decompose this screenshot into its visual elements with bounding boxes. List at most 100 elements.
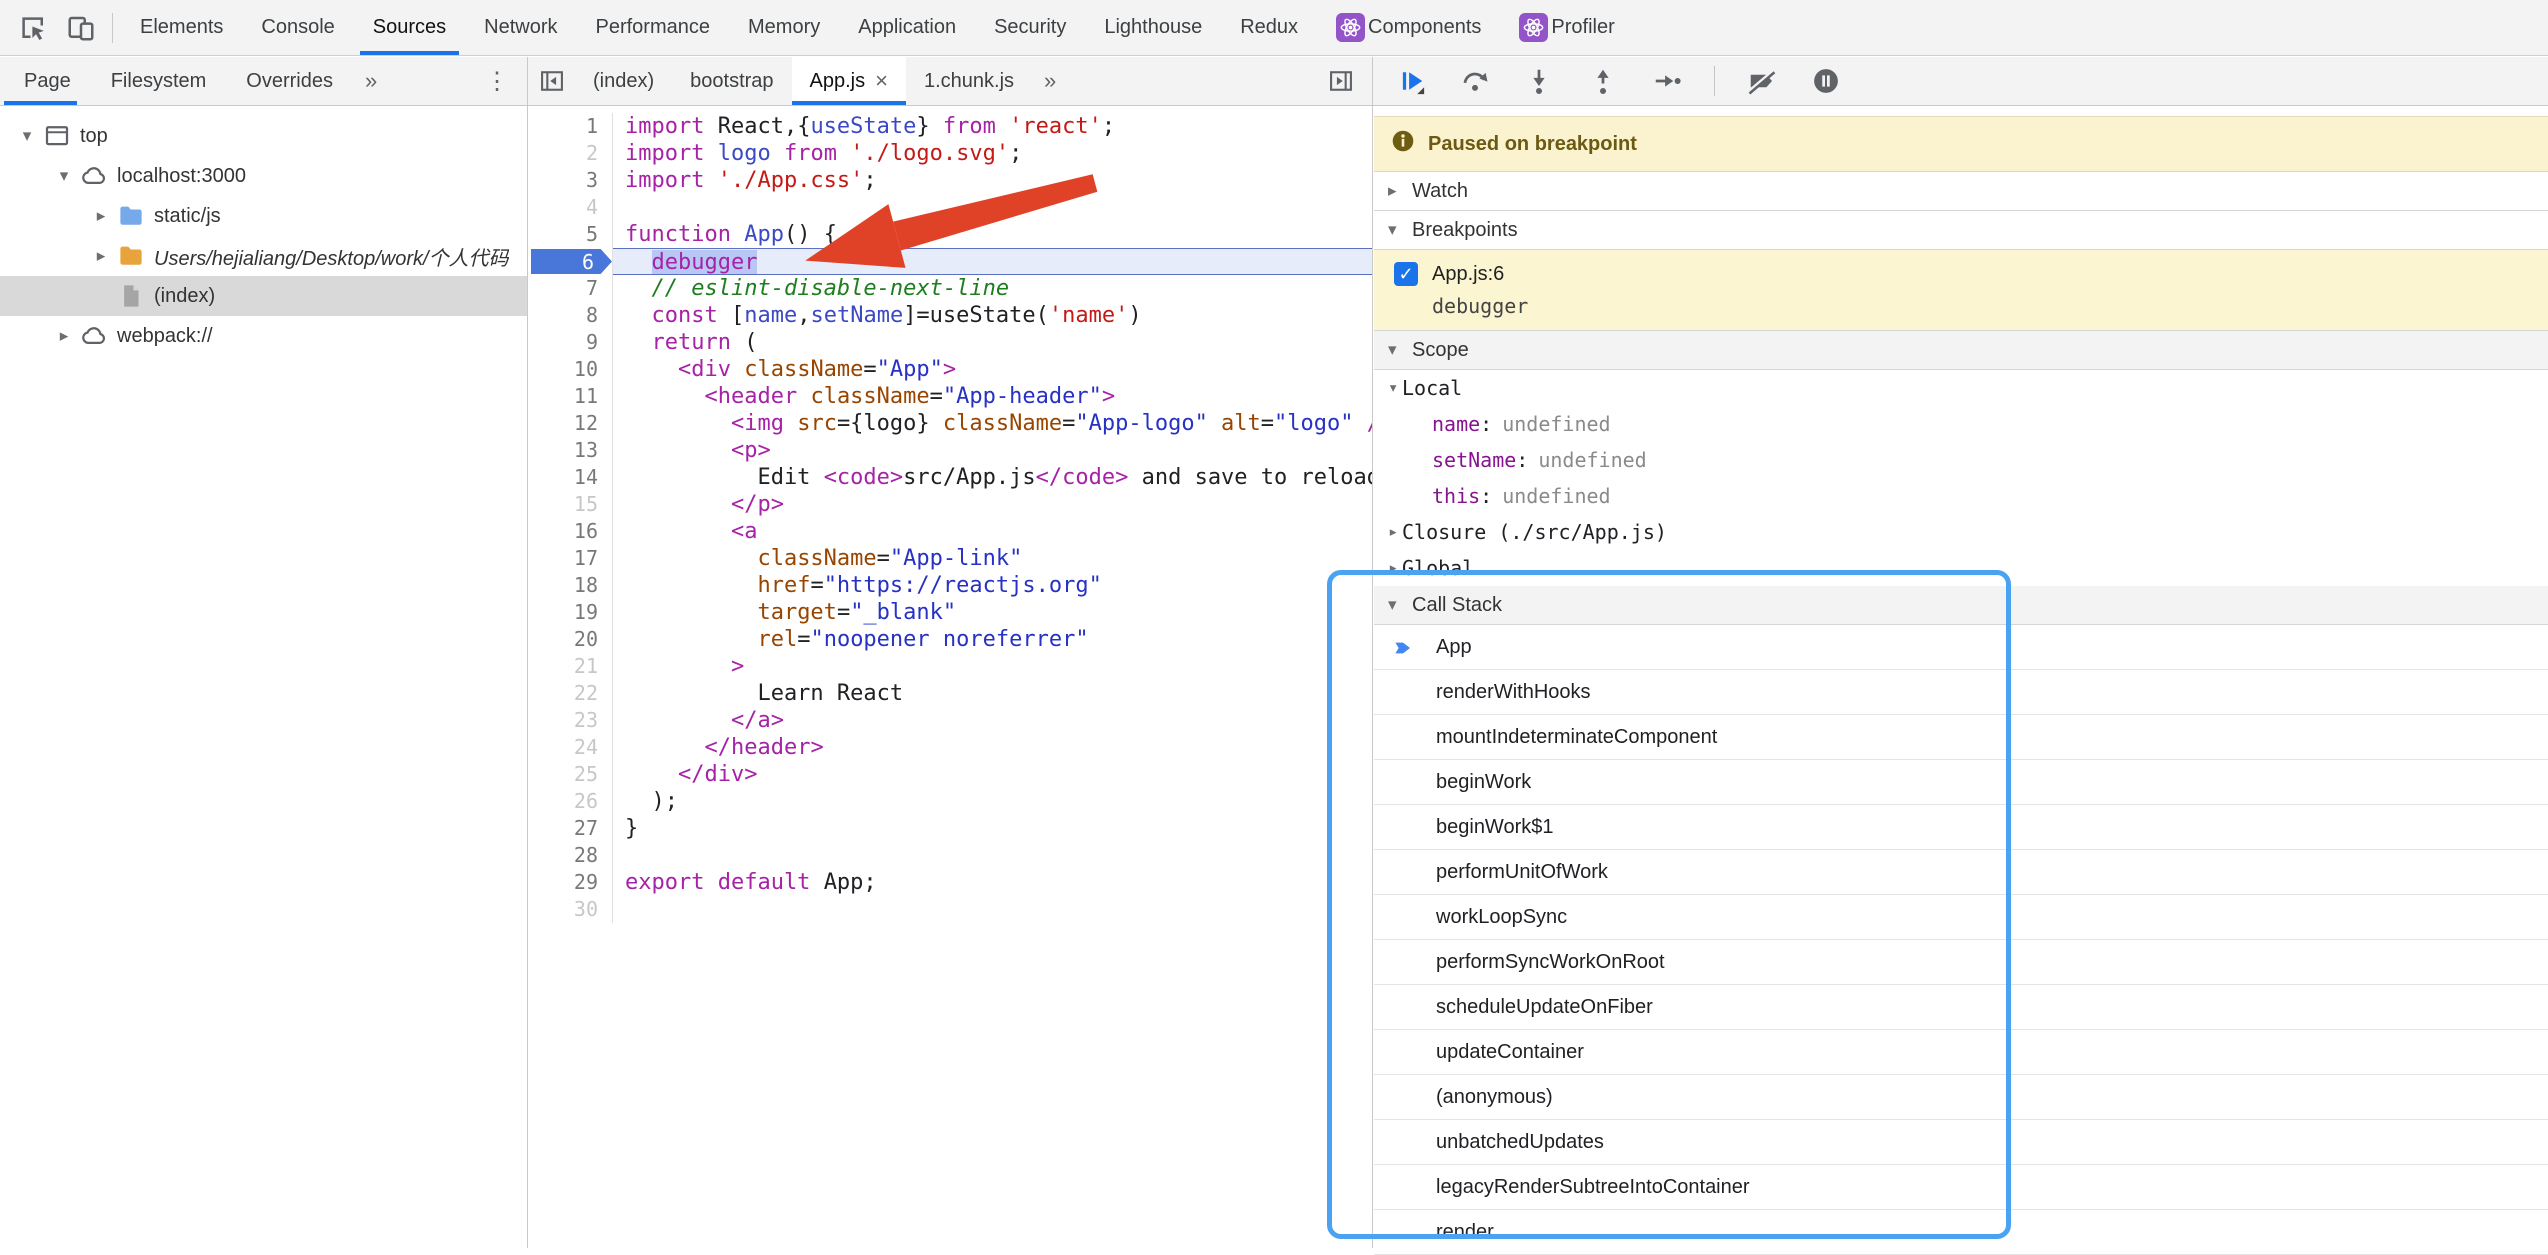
line-number[interactable]: 24 (529, 734, 613, 761)
call-stack-frame[interactable]: renderWithHooks (1374, 670, 2548, 715)
code-line-14[interactable]: 14 Edit <code>src/App.js</code> and save… (529, 464, 1372, 491)
disclosure-closed-icon[interactable]: ▸ (1388, 181, 1402, 201)
code-line-17[interactable]: 17 className="App-link" (529, 545, 1372, 572)
code-line-12[interactable]: 12 <img src={logo} className="App-logo" … (529, 410, 1372, 437)
show-panel-icon[interactable] (1324, 64, 1358, 98)
navigator-tab-overrides[interactable]: Overrides (226, 57, 353, 105)
code-line-18[interactable]: 18 href="https://reactjs.org" (529, 572, 1372, 599)
line-number[interactable]: 9 (529, 329, 613, 356)
line-number[interactable]: 20 (529, 626, 613, 653)
call-stack-frame[interactable]: unbatchedUpdates (1374, 1120, 2548, 1165)
line-number[interactable]: 22 (529, 680, 613, 707)
code-line-5[interactable]: 5function App() { (529, 221, 1372, 248)
tab-performance[interactable]: Performance (577, 0, 730, 55)
line-number[interactable]: 3 (529, 167, 613, 194)
section-header-call-stack[interactable]: ▾Call Stack (1374, 586, 2548, 625)
close-tab-icon[interactable]: × (875, 68, 888, 94)
tree-item-static-js[interactable]: ▸static/js (0, 196, 527, 236)
code-line-28[interactable]: 28 (529, 842, 1372, 869)
line-number[interactable]: 25 (529, 761, 613, 788)
step-icon[interactable] (1650, 64, 1684, 98)
code-line-10[interactable]: 10 <div className="App"> (529, 356, 1372, 383)
disclosure-closed-icon[interactable]: ▸ (88, 206, 114, 226)
disclosure-open-icon[interactable]: ▾ (1388, 340, 1402, 360)
navigator-tab-filesystem[interactable]: Filesystem (91, 57, 227, 105)
code-line-26[interactable]: 26 ); (529, 788, 1372, 815)
line-number[interactable]: 8 (529, 302, 613, 329)
line-number[interactable]: 30 (529, 896, 613, 923)
code-line-13[interactable]: 13 <p> (529, 437, 1372, 464)
code-line-30[interactable]: 30 (529, 896, 1372, 923)
more-tabs-icon[interactable]: » (353, 68, 389, 94)
tree-item-localhost-3000[interactable]: ▾localhost:3000 (0, 156, 527, 196)
step-out-icon[interactable] (1586, 64, 1620, 98)
line-number[interactable]: 11 (529, 383, 613, 410)
line-number[interactable]: 26 (529, 788, 613, 815)
code-line-24[interactable]: 24 </header> (529, 734, 1372, 761)
code-line-4[interactable]: 4 (529, 194, 1372, 221)
code-line-16[interactable]: 16 <a (529, 518, 1372, 545)
disclosure-closed-icon[interactable]: ▸ (1388, 522, 1402, 542)
line-number[interactable]: 18 (529, 572, 613, 599)
line-number[interactable]: 19 (529, 599, 613, 626)
line-number[interactable]: 2 (529, 140, 613, 167)
resume-icon[interactable] (1394, 64, 1428, 98)
code-line-15[interactable]: 15 </p> (529, 491, 1372, 518)
code-line-1[interactable]: 1import React,{useState} from 'react'; (529, 113, 1372, 140)
call-stack-frame[interactable]: App (1374, 625, 2548, 670)
tree-item-webpack-[interactable]: ▸webpack:// (0, 316, 527, 356)
scope-group-local[interactable]: ▾Local (1374, 370, 2548, 406)
line-number[interactable]: 23 (529, 707, 613, 734)
breakpoint-checkbox[interactable]: ✓ (1394, 262, 1418, 286)
section-header-scope[interactable]: ▾Scope (1374, 331, 2548, 370)
line-number[interactable]: 14 (529, 464, 613, 491)
line-number[interactable]: 21 (529, 653, 613, 680)
disclosure-open-icon[interactable]: ▾ (1388, 595, 1402, 615)
code-line-22[interactable]: 22 Learn React (529, 680, 1372, 707)
editor-tab-bootstrap[interactable]: bootstrap (672, 57, 791, 105)
line-number[interactable]: 10 (529, 356, 613, 383)
tab-redux[interactable]: Redux (1221, 0, 1317, 55)
line-number[interactable]: 17 (529, 545, 613, 572)
section-header-breakpoints[interactable]: ▾Breakpoints (1374, 211, 2548, 250)
more-editor-tabs-icon[interactable]: » (1032, 68, 1068, 94)
disclosure-closed-icon[interactable]: ▸ (88, 246, 114, 266)
tab-application[interactable]: Application (839, 0, 975, 55)
code-line-2[interactable]: 2import logo from './logo.svg'; (529, 140, 1372, 167)
call-stack-frame[interactable]: mountIndeterminateComponent (1374, 715, 2548, 760)
tab-sources[interactable]: Sources (354, 0, 465, 55)
line-number[interactable]: 29 (529, 869, 613, 896)
code-line-23[interactable]: 23 </a> (529, 707, 1372, 734)
deactivate-breakpoints-icon[interactable] (1745, 64, 1779, 98)
line-number[interactable]: 27 (529, 815, 613, 842)
disclosure-open-icon[interactable]: ▾ (14, 126, 40, 146)
device-toolbar-icon[interactable] (64, 11, 98, 45)
tab-lighthouse[interactable]: Lighthouse (1085, 0, 1221, 55)
disclosure-closed-icon[interactable]: ▸ (51, 326, 77, 346)
call-stack-frame[interactable]: legacyRenderSubtreeIntoContainer (1374, 1165, 2548, 1210)
step-over-icon[interactable] (1458, 64, 1492, 98)
code-line-7[interactable]: 7 // eslint-disable-next-line (529, 275, 1372, 302)
call-stack-frame[interactable]: performUnitOfWork (1374, 850, 2548, 895)
step-into-icon[interactable] (1522, 64, 1556, 98)
editor-tab-1-chunk-js[interactable]: 1.chunk.js (906, 57, 1032, 105)
call-stack-frame[interactable]: render (1374, 1210, 2548, 1255)
tab-profiler[interactable]: Profiler (1500, 0, 1633, 55)
call-stack-frame[interactable]: beginWork$1 (1374, 805, 2548, 850)
breakpoint-entry[interactable]: ✓App.js:6debugger (1374, 250, 2548, 331)
code-line-6[interactable]: 6 debugger (529, 248, 1372, 275)
code-editor[interactable]: 1import React,{useState} from 'react';2i… (529, 106, 1373, 1248)
hide-navigator-icon[interactable] (535, 64, 569, 98)
tab-components[interactable]: Components (1317, 0, 1500, 55)
line-number[interactable]: 4 (529, 194, 613, 221)
call-stack-frame[interactable]: updateContainer (1374, 1030, 2548, 1075)
code-line-29[interactable]: 29export default App; (529, 869, 1372, 896)
call-stack-frame[interactable]: scheduleUpdateOnFiber (1374, 985, 2548, 1030)
line-number[interactable]: 5 (529, 221, 613, 248)
code-line-8[interactable]: 8 const [name,setName]=useState('name') (529, 302, 1372, 329)
tree-item-top[interactable]: ▾top (0, 116, 527, 156)
line-number[interactable]: 6 (529, 248, 613, 275)
code-line-20[interactable]: 20 rel="noopener noreferrer" (529, 626, 1372, 653)
scope-variable[interactable]: this:undefined (1374, 478, 2548, 514)
code-line-11[interactable]: 11 <header className="App-header"> (529, 383, 1372, 410)
